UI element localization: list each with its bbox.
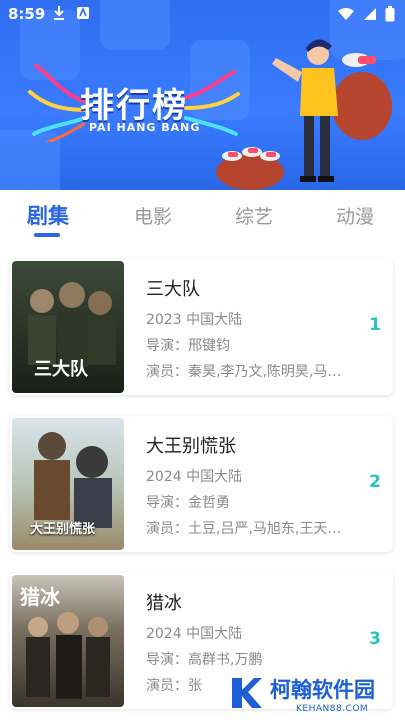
app-notification-icon bbox=[77, 6, 89, 19]
item-rank: 2 bbox=[369, 472, 381, 492]
item-title: 三大队 bbox=[146, 279, 200, 300]
poster-title: 三大队 bbox=[34, 359, 88, 380]
list-item[interactable]: 三大队 三大队 2023 中国大陆 导演：邢键钧 演员：秦昊,李乃文,陈明昊,马… bbox=[10, 259, 393, 395]
item-rank: 1 bbox=[369, 315, 381, 335]
item-title: 猎冰 bbox=[146, 593, 182, 614]
poster-title: 大王别慌张 bbox=[30, 522, 96, 537]
category-tabs: 剧集 电影 综艺 动漫 bbox=[0, 190, 405, 242]
item-director: 导演：高群书,万鹏 bbox=[146, 652, 263, 668]
confetti-left-icon bbox=[28, 64, 88, 142]
item-cast: 演员：张 bbox=[146, 678, 202, 694]
item-cast: 演员：秦昊,李乃文,陈明昊,马… bbox=[146, 364, 342, 380]
battery-icon bbox=[385, 6, 395, 22]
tab-movies[interactable]: 电影 bbox=[134, 202, 172, 229]
watermark-logo-icon bbox=[232, 678, 262, 708]
basket-icon bbox=[216, 147, 284, 190]
watermark-url: KEHAN88.COM bbox=[296, 704, 369, 714]
item-director: 导演：邢键钧 bbox=[146, 338, 230, 354]
item-cast: 演员：土豆,吕严,马旭东,王天… bbox=[146, 521, 342, 537]
tab-series[interactable]: 剧集 bbox=[27, 200, 69, 230]
banner-title: 排行榜 bbox=[80, 86, 188, 126]
watermark-name: 柯翰软件园 bbox=[270, 678, 375, 702]
signal-icon bbox=[364, 8, 376, 20]
poster-image: 猎冰 bbox=[12, 575, 124, 707]
status-time: 8:59 bbox=[8, 5, 46, 23]
item-director: 导演：金哲勇 bbox=[146, 495, 230, 511]
wifi-icon bbox=[338, 8, 354, 20]
download-icon bbox=[54, 6, 64, 20]
active-tab-indicator bbox=[34, 233, 60, 237]
poster-image: 大王别慌张 bbox=[12, 418, 124, 550]
list-item[interactable]: 大王别慌张 大王别慌张 2024 中国大陆 导演：金哲勇 演员：土豆,吕严,马旭… bbox=[10, 416, 393, 552]
item-rank: 3 bbox=[369, 629, 381, 649]
poster-image: 三大队 bbox=[12, 261, 124, 393]
tab-variety[interactable]: 综艺 bbox=[235, 202, 273, 229]
tab-anime[interactable]: 动漫 bbox=[336, 202, 374, 229]
watermark: 柯翰软件园 KEHAN88.COM bbox=[222, 670, 405, 720]
item-year-region: 2024 中国大陆 bbox=[146, 469, 243, 485]
item-year-region: 2024 中国大陆 bbox=[146, 626, 243, 642]
item-title: 大王别慌张 bbox=[146, 436, 236, 457]
item-year-region: 2023 中国大陆 bbox=[146, 312, 243, 328]
banner-subtitle: PAI HANG BANG bbox=[89, 121, 201, 134]
poster-title: 猎冰 bbox=[20, 585, 60, 609]
status-bar: 8:59 bbox=[0, 0, 405, 28]
header-banner: 排行榜 PAI HANG BANG 8:59 bbox=[0, 0, 405, 190]
